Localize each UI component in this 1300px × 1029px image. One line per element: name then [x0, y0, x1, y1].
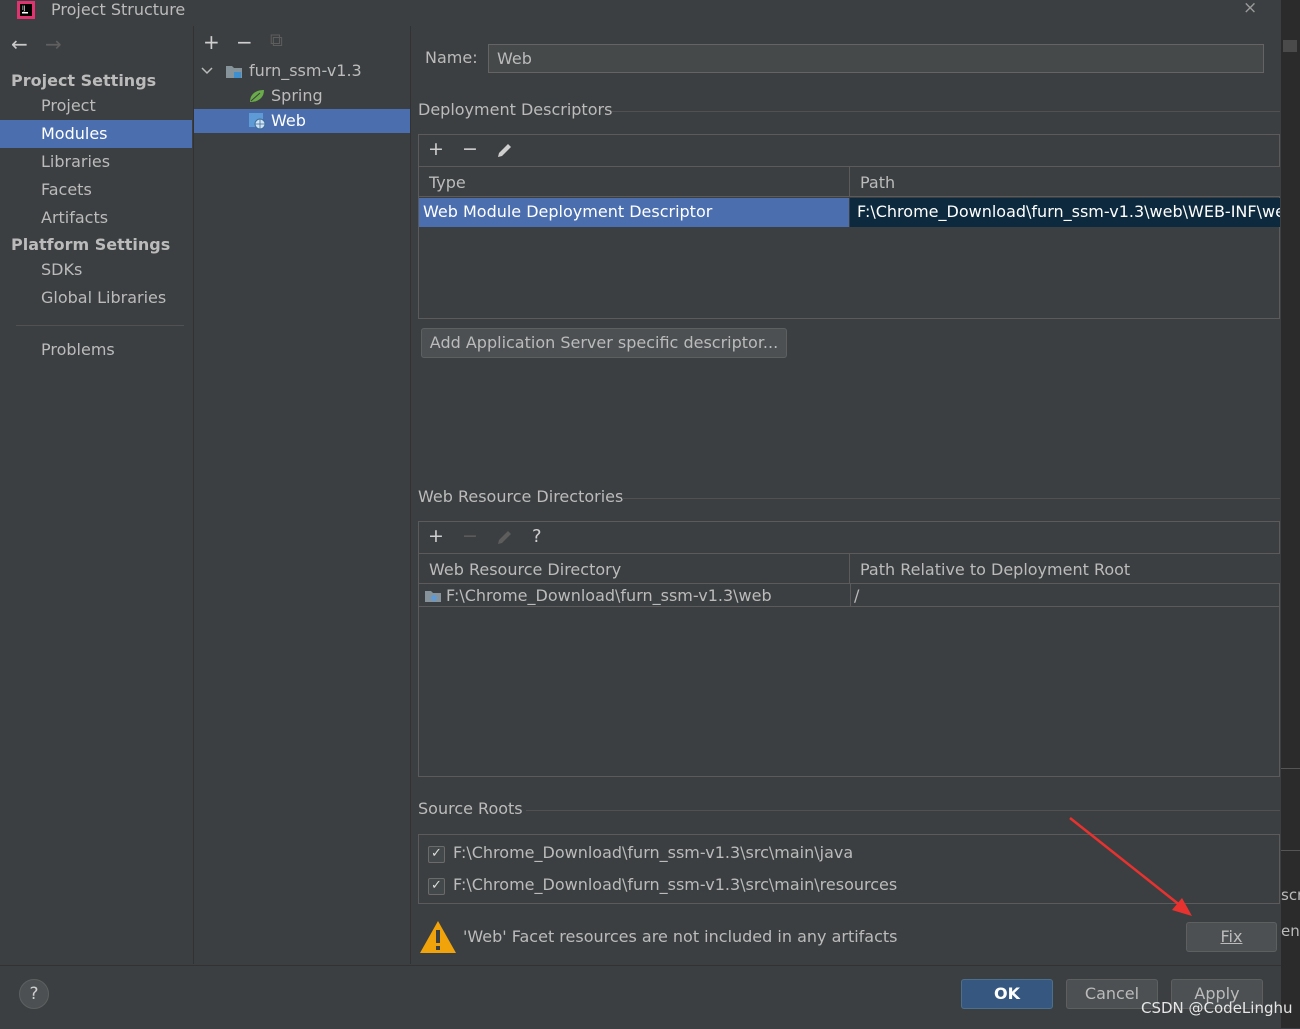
- source-root-checkbox[interactable]: ✓: [428, 878, 445, 895]
- column-header-type[interactable]: Type: [419, 166, 850, 197]
- tree-item-module[interactable]: furn_ssm-v1.3: [194, 59, 410, 83]
- web-folder-icon: [425, 591, 441, 602]
- tree-item-label: Spring: [271, 86, 323, 105]
- settings-nav: ← → Project Settings Project Modules Lib…: [0, 26, 194, 964]
- intellij-logo-icon: IJ: [17, 1, 35, 19]
- descriptor-path-cell[interactable]: F:\Chrome_Download\furn_ssm-v1.3\web\WEB…: [850, 198, 1280, 227]
- copy-icon: ⧉: [270, 30, 283, 51]
- source-root-path: F:\Chrome_Download\furn_ssm-v1.3\src\mai…: [453, 875, 898, 894]
- nav-item-libraries[interactable]: Libraries: [0, 148, 192, 176]
- tree-item-label: furn_ssm-v1.3: [249, 61, 362, 80]
- add-icon[interactable]: +: [428, 525, 444, 547]
- remove-icon[interactable]: −: [462, 138, 478, 160]
- help-icon[interactable]: ?: [19, 979, 49, 1009]
- nav-divider: [16, 325, 184, 326]
- column-header-relative-path[interactable]: Path Relative to Deployment Root: [850, 553, 1280, 584]
- module-tree-panel: + − ⧉ furn_ssm-v1.3 Spring Web: [194, 26, 411, 964]
- ok-button[interactable]: OK: [961, 979, 1053, 1009]
- add-icon[interactable]: +: [203, 30, 220, 54]
- web-facet-icon: [249, 113, 266, 130]
- spring-leaf-icon: [250, 90, 264, 102]
- background-text: en: [1281, 922, 1300, 940]
- tree-item-web[interactable]: Web: [194, 109, 410, 133]
- deployment-descriptors-table: + − Type Path Web Module Deployment Desc…: [418, 134, 1280, 319]
- chevron-down-icon[interactable]: [201, 66, 213, 76]
- web-resource-directories-table: + − ? Web Resource Directory Path Relati…: [418, 521, 1280, 777]
- edit-pencil-icon: [498, 531, 511, 544]
- descriptor-type-cell[interactable]: Web Module Deployment Descriptor: [419, 198, 849, 227]
- back-arrow-icon[interactable]: ←: [11, 32, 28, 56]
- add-icon[interactable]: +: [428, 138, 444, 160]
- nav-item-global-libraries[interactable]: Global Libraries: [0, 284, 192, 312]
- help-icon[interactable]: ?: [532, 526, 542, 547]
- module-folder-icon: [226, 66, 242, 78]
- watermark: CSDN @CodeLinghu: [1141, 999, 1293, 1017]
- fix-button[interactable]: Fix: [1186, 922, 1277, 952]
- add-server-descriptor-button[interactable]: Add Application Server specific descript…: [421, 328, 787, 358]
- remove-icon: −: [462, 525, 478, 547]
- source-root-path: F:\Chrome_Download\furn_ssm-v1.3\src\mai…: [453, 843, 854, 862]
- name-input[interactable]: [488, 44, 1264, 73]
- window-title: Project Structure: [51, 0, 186, 19]
- platform-settings-heading: Platform Settings: [11, 235, 171, 254]
- deployment-descriptors-title: Deployment Descriptors: [418, 100, 613, 119]
- web-resource-directories-title: Web Resource Directories: [418, 487, 624, 506]
- title-bar: [0, 0, 1280, 26]
- annotation-arrow-icon: [1069, 817, 1192, 916]
- edit-pencil-icon[interactable]: [496, 142, 513, 159]
- close-icon[interactable]: ×: [1243, 0, 1257, 18]
- remove-icon[interactable]: −: [236, 30, 253, 54]
- source-roots-title: Source Roots: [418, 799, 523, 818]
- tree-item-spring[interactable]: Spring: [194, 84, 410, 108]
- section-divider: [612, 111, 1280, 112]
- tree-item-label: Web: [271, 111, 306, 130]
- forward-arrow-icon: →: [45, 32, 62, 56]
- project-settings-heading: Project Settings: [11, 71, 157, 90]
- nav-item-project[interactable]: Project: [0, 92, 192, 120]
- nav-item-modules[interactable]: Modules: [0, 120, 192, 148]
- column-header-web-resource-directory[interactable]: Web Resource Directory: [419, 553, 850, 584]
- name-label: Name:: [425, 48, 478, 67]
- fix-button-label: Fix: [1220, 927, 1243, 946]
- nav-item-facets[interactable]: Facets: [0, 176, 192, 204]
- background-window: scr en: [1281, 0, 1300, 1028]
- background-text: scr: [1281, 886, 1300, 904]
- column-header-path[interactable]: Path: [850, 166, 1280, 197]
- source-root-checkbox[interactable]: ✓: [428, 846, 445, 863]
- section-divider: [622, 498, 1280, 499]
- nav-item-problems[interactable]: Problems: [0, 336, 192, 364]
- warning-message: 'Web' Facet resources are not included i…: [463, 927, 898, 946]
- warning-icon: [420, 921, 456, 953]
- svg-text:IJ: IJ: [22, 5, 26, 12]
- nav-item-artifacts[interactable]: Artifacts: [0, 204, 192, 232]
- nav-item-sdks[interactable]: SDKs: [0, 256, 192, 284]
